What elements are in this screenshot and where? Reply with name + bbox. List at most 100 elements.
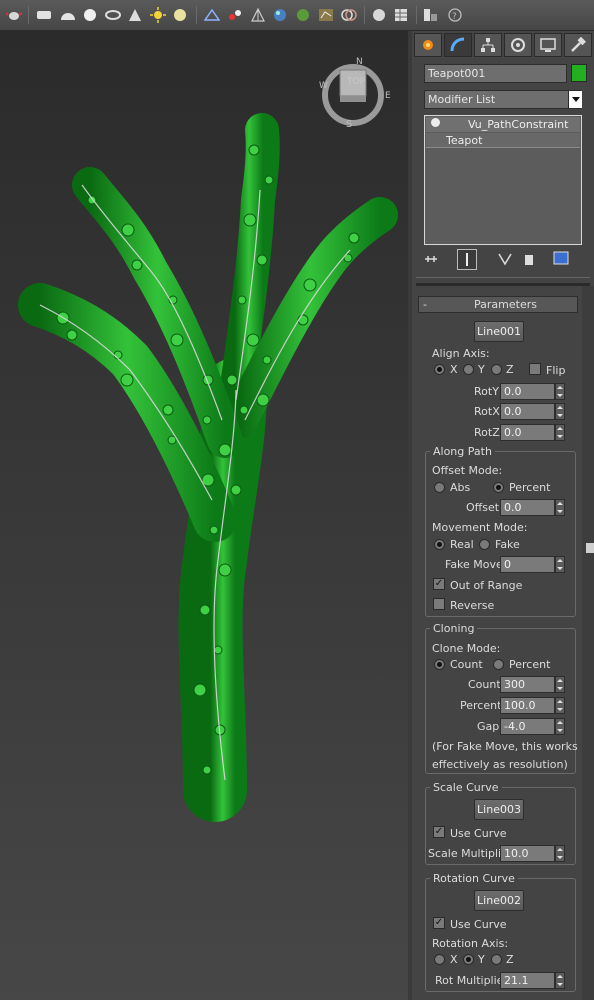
- spreadsheet-icon[interactable]: [392, 5, 412, 25]
- object-name-field[interactable]: Teapot001: [424, 64, 567, 83]
- percent-field[interactable]: 100.0: [500, 697, 555, 714]
- tab-display[interactable]: [534, 33, 562, 57]
- globe-icon[interactable]: [270, 5, 290, 25]
- rot-multiplier-spinner[interactable]: [555, 972, 565, 989]
- grid-icon[interactable]: [202, 5, 222, 25]
- teapot-tree-render: [18, 64, 398, 822]
- stack-item-vu-pathconstraint[interactable]: Vu_PathConstraint: [426, 117, 580, 132]
- reverse-checkbox[interactable]: [433, 598, 445, 610]
- chevron-down-icon[interactable]: [568, 91, 582, 108]
- perspective-viewport[interactable]: TOP N W E S: [0, 31, 412, 1000]
- count-spinner[interactable]: [555, 676, 565, 693]
- cloning-note-line1: (For Fake Move, this works: [432, 740, 578, 753]
- circle-light-icon[interactable]: [170, 5, 190, 25]
- tab-create[interactable]: [414, 33, 442, 57]
- viewcube-south: S: [346, 119, 353, 130]
- gap-spinner[interactable]: [555, 718, 565, 735]
- tab-hierarchy[interactable]: [474, 33, 502, 57]
- clone-percent-radio[interactable]: [493, 659, 504, 670]
- pin-stack-icon[interactable]: [422, 250, 440, 268]
- movement-fake-radio[interactable]: [479, 539, 490, 550]
- flip-checkbox[interactable]: [529, 363, 541, 375]
- modifier-stack: Vu_PathConstraint Teapot: [424, 115, 582, 245]
- rot-multiplier-field[interactable]: 21.1: [500, 972, 555, 989]
- bend-icon: [450, 37, 465, 52]
- fake-move-field[interactable]: 0: [500, 556, 555, 573]
- box-icon[interactable]: [34, 5, 54, 25]
- panel-scrollbar[interactable]: [582, 286, 594, 1000]
- rotx-field[interactable]: 0.0: [500, 403, 555, 420]
- scale-curve-pick-button[interactable]: Line003: [474, 799, 524, 820]
- collapse-minus-icon: -: [423, 298, 427, 311]
- map-icon[interactable]: [316, 5, 336, 25]
- rotation-curve-pick-button[interactable]: Line002: [474, 890, 524, 911]
- tab-motion[interactable]: [504, 33, 532, 57]
- help-icon[interactable]: ?: [445, 5, 465, 25]
- tab-modify[interactable]: [444, 33, 472, 57]
- rings-icon[interactable]: [339, 5, 359, 25]
- cloning-note-line2: effectively as resolution): [432, 758, 568, 771]
- rotz-field[interactable]: 0.0: [500, 424, 555, 441]
- sphere-icon[interactable]: [80, 5, 100, 25]
- rotx-spinner[interactable]: [555, 403, 565, 420]
- tab-utilities[interactable]: [564, 33, 592, 57]
- offset-spinner[interactable]: [555, 499, 565, 516]
- offset-abs-radio[interactable]: [434, 482, 445, 493]
- percent-spinner[interactable]: [555, 697, 565, 714]
- teapot-render-icon[interactable]: [4, 5, 24, 25]
- modifier-list-dropdown[interactable]: Modifier List: [424, 90, 581, 109]
- parameters-rollout-header[interactable]: - Parameters: [418, 296, 578, 313]
- svg-text:?: ?: [452, 12, 457, 22]
- main-toolbar: ?: [0, 0, 594, 31]
- stack-item-teapot[interactable]: Teapot: [426, 133, 580, 148]
- scale-multiplier-spinner[interactable]: [555, 845, 565, 862]
- panel-icon[interactable]: [421, 5, 441, 25]
- link-icon[interactable]: [225, 5, 245, 25]
- configure-sets-icon[interactable]: [552, 250, 570, 268]
- object-color-swatch[interactable]: [571, 64, 587, 82]
- rotation-axis-z-radio[interactable]: [491, 954, 502, 965]
- panel-scrollbar-thumb[interactable]: [586, 543, 594, 553]
- align-y-radio[interactable]: [463, 364, 474, 375]
- sphere-material-icon[interactable]: [369, 5, 389, 25]
- monitor-icon: [540, 38, 556, 52]
- align-x-radio[interactable]: [434, 364, 445, 375]
- hammer-icon: [571, 37, 586, 52]
- remove-modifier-icon[interactable]: [520, 250, 538, 268]
- sun-burst-icon: [423, 40, 433, 50]
- tree-icon[interactable]: [293, 5, 313, 25]
- offset-percent-radio[interactable]: [493, 482, 504, 493]
- lightbulb-icon[interactable]: [431, 118, 440, 127]
- path-pick-button[interactable]: Line001: [474, 321, 524, 342]
- movement-real-radio[interactable]: [434, 539, 445, 550]
- make-unique-icon[interactable]: [496, 250, 514, 268]
- viewcube-face-label: TOP: [347, 77, 366, 87]
- sun-icon[interactable]: [148, 5, 168, 25]
- clone-count-radio[interactable]: [434, 659, 445, 670]
- viewcube-east: E: [385, 91, 391, 101]
- roty-field[interactable]: 0.0: [500, 383, 555, 400]
- motion-icon: [511, 38, 525, 52]
- dome-icon[interactable]: [58, 5, 78, 25]
- scale-multiplier-field[interactable]: 10.0: [500, 845, 555, 862]
- roty-spinner[interactable]: [555, 383, 565, 400]
- out-of-range-checkbox[interactable]: ✓: [433, 578, 445, 590]
- hierarchy-tab-icon: [481, 38, 495, 52]
- count-field[interactable]: 300: [500, 676, 555, 693]
- rotation-use-curve-checkbox[interactable]: ✓: [433, 917, 445, 929]
- scale-use-curve-checkbox[interactable]: ✓: [433, 826, 445, 838]
- fake-move-spinner[interactable]: [555, 556, 565, 573]
- rotz-spinner[interactable]: [555, 424, 565, 441]
- rotation-axis-x-radio[interactable]: [434, 954, 445, 965]
- viewcube-north: N: [356, 57, 363, 67]
- gap-field[interactable]: -4.0: [500, 718, 555, 735]
- viewcube-west: W: [319, 81, 328, 91]
- spot-icon[interactable]: [125, 5, 145, 25]
- cone-icon[interactable]: [103, 5, 123, 25]
- align-axis-label: Align Axis:: [432, 347, 490, 360]
- offset-field[interactable]: 0.0: [500, 499, 555, 516]
- hierarchy-icon[interactable]: [248, 5, 268, 25]
- show-end-result-icon[interactable]: [457, 249, 477, 270]
- rotation-axis-y-radio[interactable]: [463, 954, 474, 965]
- align-z-radio[interactable]: [491, 364, 502, 375]
